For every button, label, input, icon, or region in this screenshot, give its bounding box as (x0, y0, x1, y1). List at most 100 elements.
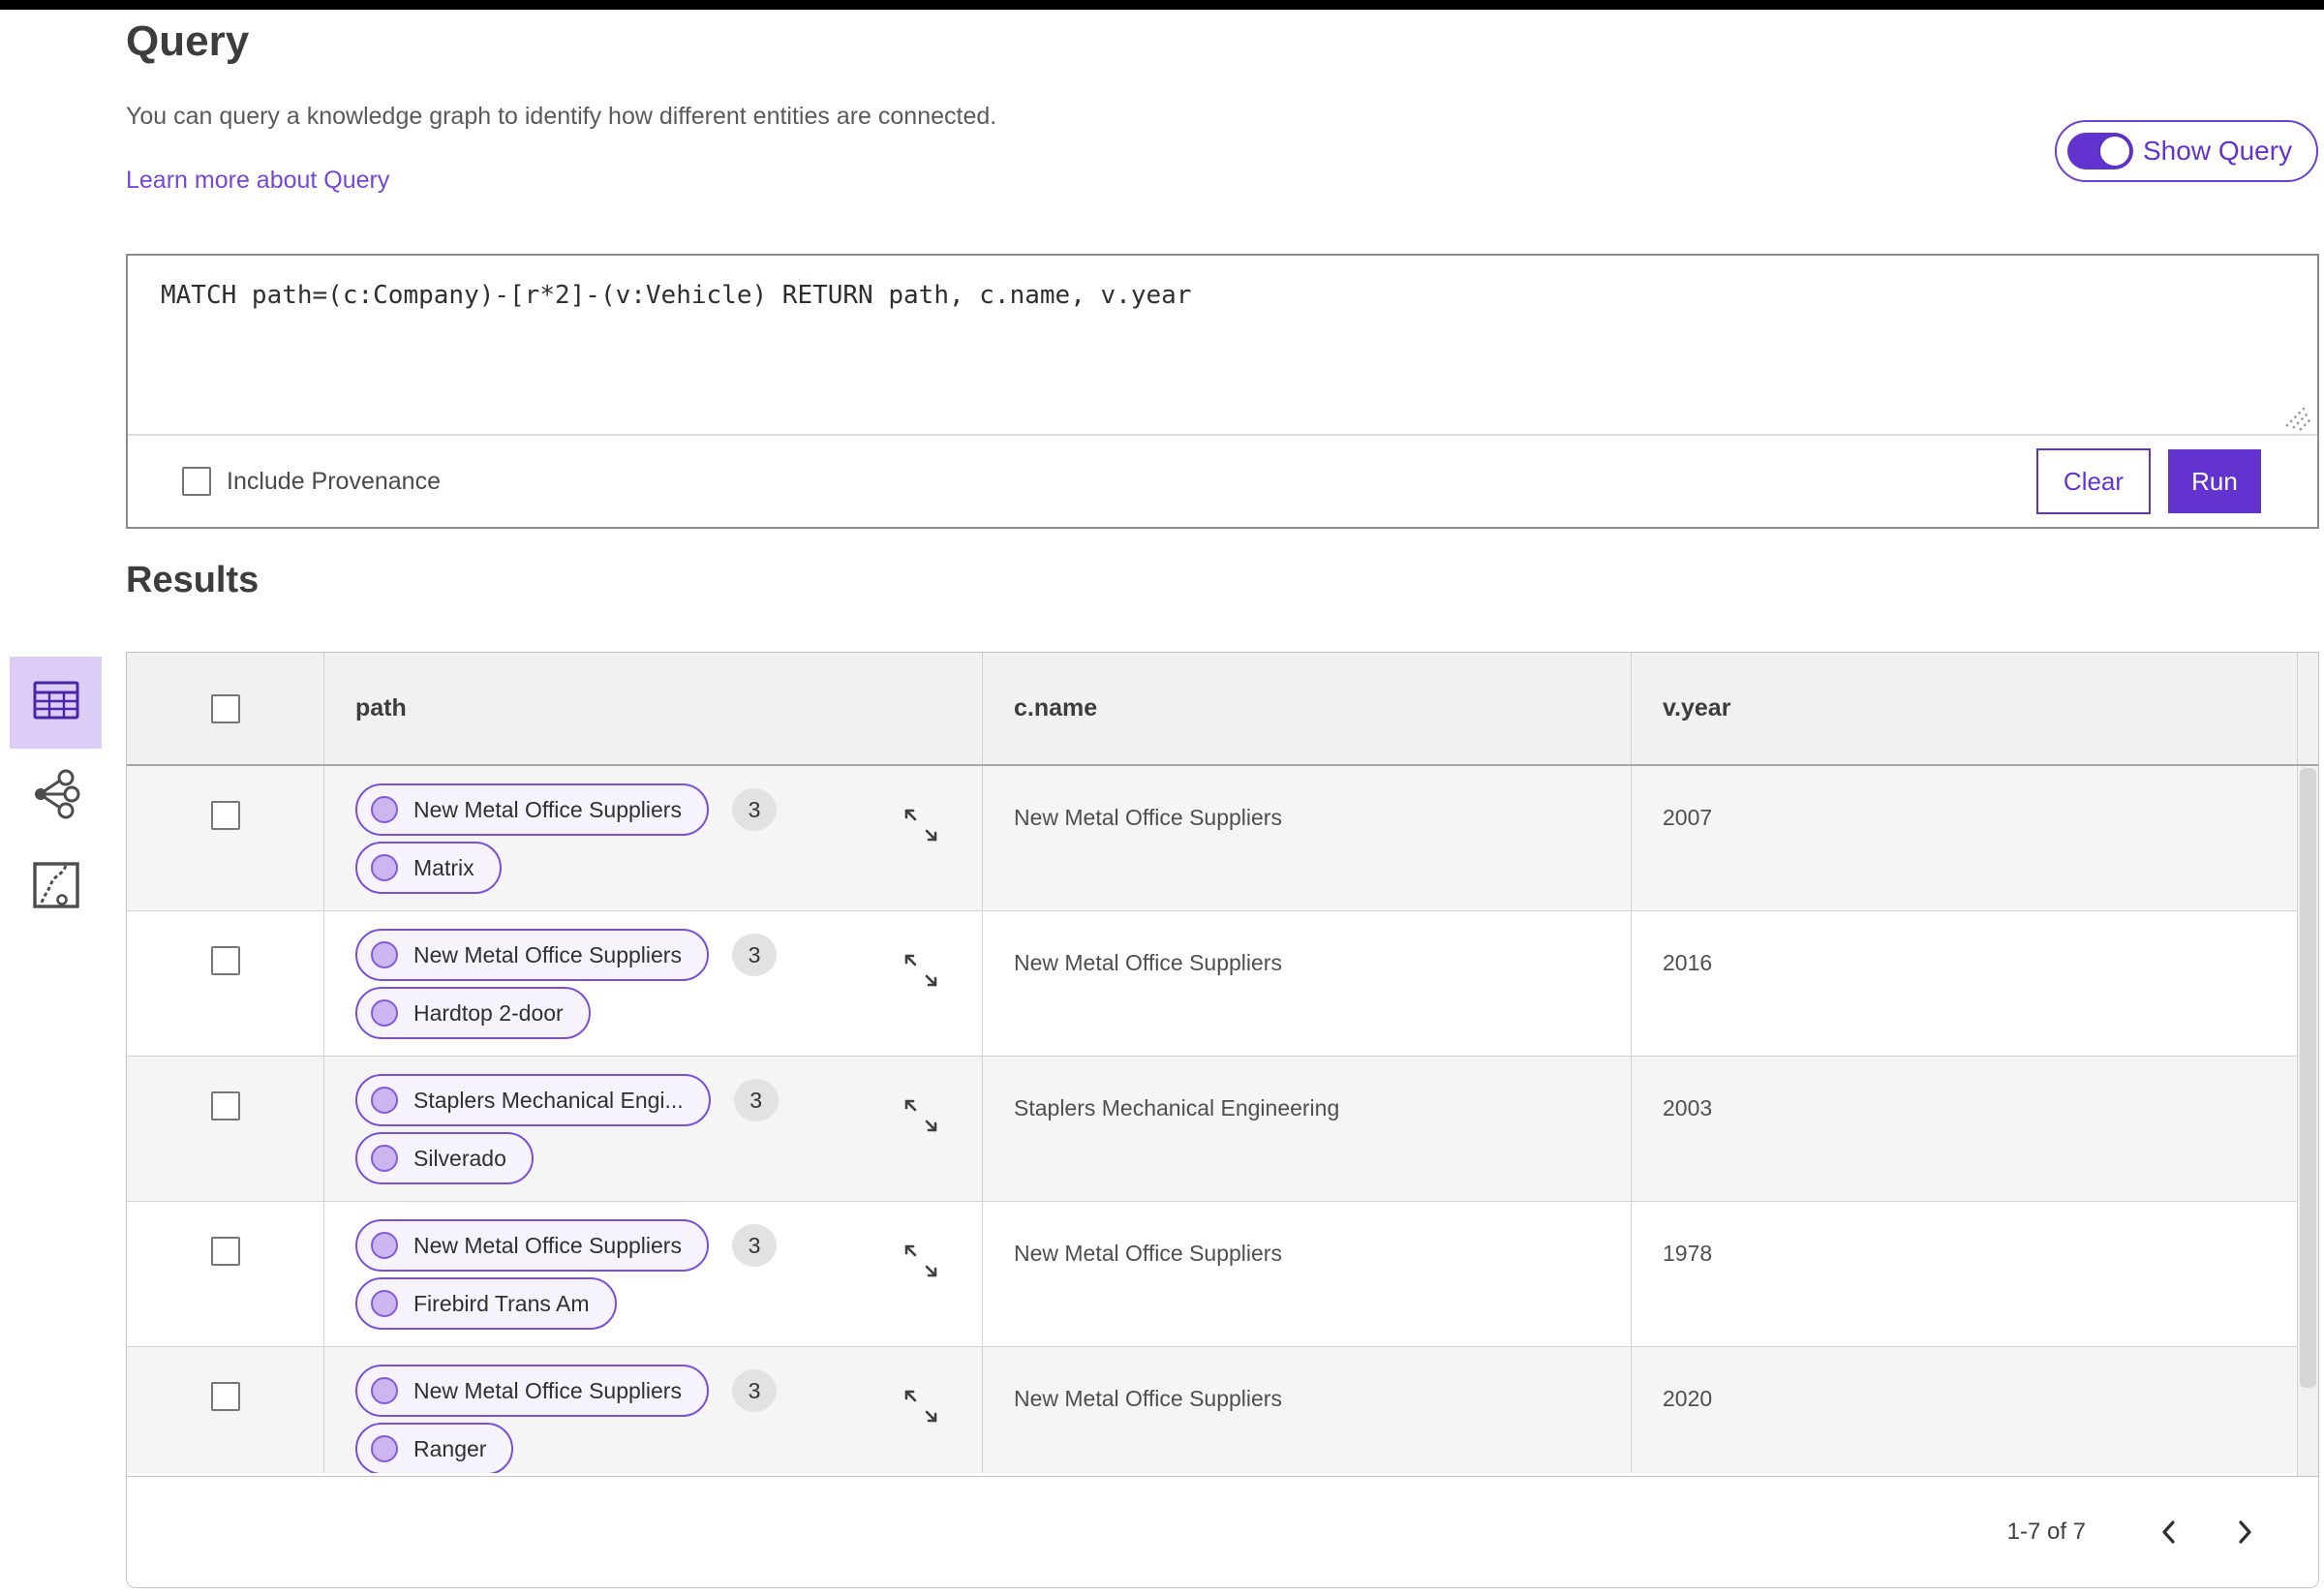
table-footer: 1-7 of 7 (127, 1476, 2318, 1587)
row-checkbox[interactable] (210, 946, 240, 975)
path-node-label: Hardtop 2-door (413, 999, 564, 1026)
cname-cell: New Metal Office Suppliers (982, 1347, 1631, 1473)
cname-cell: Staplers Mechanical Engineering (982, 1057, 1631, 1201)
column-header-cname: c.name (982, 653, 1631, 764)
column-header-path: path (323, 653, 982, 764)
run-button[interactable]: Run (2168, 449, 2261, 513)
graph-view-icon (29, 767, 83, 826)
chart-view-icon (31, 860, 81, 915)
table-view-button[interactable] (10, 657, 102, 749)
row-checkbox[interactable] (210, 801, 240, 830)
row-checkbox[interactable] (210, 1091, 240, 1120)
table-row: New Metal Office Suppliers 3 Hardtop 2-d… (127, 911, 2318, 1057)
include-provenance-group[interactable]: Include Provenance (182, 467, 441, 496)
table-row: Staplers Mechanical Engi... 3 Silverado (127, 1057, 2318, 1202)
table-row: New Metal Office Suppliers 3 Firebird Tr… (127, 1202, 2318, 1347)
cname-value: Staplers Mechanical Engineering (1014, 1095, 1340, 1120)
path-cell: New Metal Office Suppliers 3 Firebird Tr… (323, 1202, 982, 1346)
expand-path-icon[interactable] (901, 1386, 941, 1427)
path-node-pill[interactable]: Hardtop 2-door (355, 987, 591, 1039)
path-count-badge: 3 (731, 788, 777, 831)
graph-node-icon (371, 941, 398, 968)
graph-node-icon (371, 1087, 398, 1114)
cname-value: New Metal Office Suppliers (1014, 1241, 1282, 1266)
path-node-pill[interactable]: Matrix (355, 842, 502, 894)
query-textarea[interactable]: MATCH path=(c:Company)-[r*2]-(v:Vehicle)… (128, 256, 2317, 434)
row-checkbox[interactable] (210, 1237, 240, 1266)
next-page-button[interactable] (2231, 1518, 2260, 1547)
path-node-pill[interactable]: New Metal Office Suppliers (355, 1365, 709, 1417)
path-node-pill[interactable]: New Metal Office Suppliers (355, 783, 709, 836)
path-node-label: New Metal Office Suppliers (413, 1377, 682, 1403)
path-node-pill[interactable]: Silverado (355, 1132, 534, 1184)
previous-page-button[interactable] (2154, 1518, 2183, 1547)
expand-path-icon[interactable] (901, 1241, 941, 1281)
graph-node-icon (371, 1290, 398, 1317)
path-count-badge: 3 (733, 1079, 779, 1121)
graph-node-icon (371, 854, 398, 881)
path-cell: New Metal Office Suppliers 3 Matrix (323, 766, 982, 910)
graph-node-icon (371, 1232, 398, 1259)
cname-value: New Metal Office Suppliers (1014, 1386, 1282, 1411)
graph-node-icon (371, 796, 398, 823)
toggle-switch-icon[interactable] (2067, 133, 2133, 169)
path-count-badge: 3 (731, 1224, 777, 1267)
vyear-value: 2003 (1663, 1095, 1713, 1120)
table-scrollbar[interactable] (2297, 766, 2318, 1478)
vyear-value: 2020 (1663, 1386, 1713, 1411)
path-node-label: Ranger (413, 1435, 487, 1461)
path-node-pill[interactable]: New Metal Office Suppliers (355, 1219, 709, 1272)
vyear-cell: 2016 (1631, 911, 2318, 1056)
learn-more-link[interactable]: Learn more about Query (126, 167, 389, 195)
pagination-range-label: 1-7 of 7 (2006, 1519, 2086, 1545)
table-row: New Metal Office Suppliers 3 Matrix New … (127, 766, 2318, 911)
graph-node-icon (371, 1377, 398, 1404)
path-node-label: Silverado (413, 1145, 506, 1171)
editor-footer: Include Provenance Clear Run (128, 436, 2317, 527)
clear-button[interactable]: Clear (2036, 448, 2151, 514)
cname-value: New Metal Office Suppliers (1014, 805, 1282, 830)
show-query-toggle[interactable]: Show Query (2055, 120, 2318, 182)
path-node-pill[interactable]: New Metal Office Suppliers (355, 929, 709, 981)
toggle-knob (2098, 135, 2131, 168)
path-node-label: New Metal Office Suppliers (413, 941, 682, 967)
table-row: New Metal Office Suppliers 3 Ranger New … (127, 1347, 2318, 1473)
table-view-icon (32, 678, 80, 727)
vyear-value: 1978 (1663, 1241, 1713, 1266)
results-heading: Results (126, 560, 260, 600)
expand-path-icon[interactable] (901, 950, 941, 991)
expand-path-icon[interactable] (901, 805, 941, 845)
vyear-cell: 2007 (1631, 766, 2318, 910)
table-header-row: path c.name v.year (127, 653, 2318, 766)
graph-node-icon (371, 1145, 398, 1172)
graph-view-button[interactable] (27, 767, 85, 825)
path-cell: Staplers Mechanical Engi... 3 Silverado (323, 1057, 982, 1201)
row-checkbox[interactable] (210, 1382, 240, 1411)
cname-cell: New Metal Office Suppliers (982, 1202, 1631, 1346)
path-cell: New Metal Office Suppliers 3 Hardtop 2-d… (323, 911, 982, 1056)
graph-node-icon (371, 999, 398, 1027)
vyear-value: 2007 (1663, 805, 1713, 830)
select-all-checkbox[interactable] (210, 693, 240, 723)
path-node-pill[interactable]: Staplers Mechanical Engi... (355, 1074, 711, 1126)
expand-path-icon[interactable] (901, 1095, 941, 1136)
column-header-vyear: v.year (1631, 653, 2297, 764)
path-count-badge: 3 (731, 934, 777, 976)
path-node-label: New Metal Office Suppliers (413, 796, 682, 822)
path-node-pill[interactable]: Firebird Trans Am (355, 1277, 617, 1330)
vyear-value: 2016 (1663, 950, 1713, 975)
cname-value: New Metal Office Suppliers (1014, 950, 1282, 975)
browser-top-bar (0, 0, 2324, 10)
vyear-cell: 1978 (1631, 1202, 2318, 1346)
chart-view-button[interactable] (27, 858, 85, 916)
textarea-resize-handle-icon[interactable] (2278, 399, 2313, 434)
path-cell: New Metal Office Suppliers 3 Ranger (323, 1347, 982, 1473)
path-node-pill[interactable]: Ranger (355, 1423, 514, 1473)
page-title: Query (126, 17, 250, 65)
cname-cell: New Metal Office Suppliers (982, 911, 1631, 1056)
results-table: path c.name v.year New Metal Office Supp… (126, 652, 2319, 1588)
scrollbar-thumb[interactable] (2300, 768, 2316, 1388)
include-provenance-checkbox[interactable] (182, 467, 211, 496)
path-node-label: Staplers Mechanical Engi... (413, 1087, 684, 1113)
table-body: New Metal Office Suppliers 3 Matrix New … (127, 766, 2318, 1473)
